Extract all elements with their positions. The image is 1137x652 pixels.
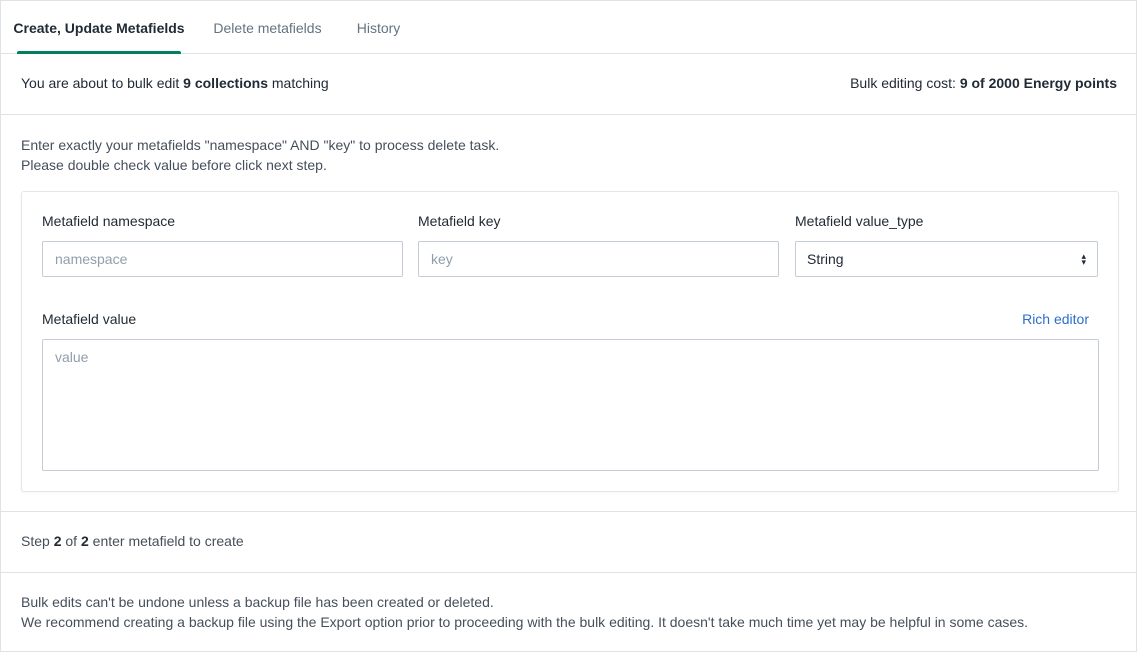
instruction-line: Enter exactly your metafields "namespace…: [21, 137, 500, 153]
key-input[interactable]: [418, 241, 779, 277]
backup-note: Bulk edits can't be undone unless a back…: [21, 592, 1028, 632]
instructions: Enter exactly your metafields "namespace…: [21, 135, 499, 175]
note-line: We recommend creating a backup file usin…: [21, 614, 1029, 630]
current-step: 2: [53, 533, 62, 549]
bulk-summary-bar: You are about to bulk edit 9 collections…: [1, 54, 1136, 115]
total-steps: 2: [80, 533, 89, 549]
namespace-input[interactable]: [42, 241, 403, 277]
metafield-form-card: Metafield namespace Metafield key Metafi…: [21, 191, 1119, 492]
tab-label: Delete metafields: [213, 19, 322, 36]
collections-count: 9 collections: [183, 75, 268, 91]
rich-editor-link[interactable]: Rich editor: [1022, 311, 1089, 327]
tab-history[interactable]: History: [346, 1, 411, 54]
bulk-edit-summary: You are about to bulk edit 9 collections…: [21, 75, 329, 91]
value-type-label: Metafield value_type: [795, 213, 924, 229]
select-arrows-icon: ▴ ▾: [1081, 251, 1086, 267]
tab-label: History: [356, 19, 401, 36]
tab-bar: Create, Update Metafields Delete metafie…: [1, 1, 1136, 54]
bulk-edit-cost: Bulk editing cost: 9 of 2000 Energy poin…: [850, 75, 1117, 91]
step-indicator-row: Step 2 of 2 enter metafield to create: [1, 511, 1136, 573]
tab-label: Create, Update Metafields: [13, 19, 185, 36]
value-textarea[interactable]: [42, 339, 1099, 471]
tab-create-update-metafields[interactable]: Create, Update Metafields: [13, 1, 185, 54]
value-label: Metafield value: [42, 311, 137, 327]
note-line: Bulk edits can't be undone unless a back…: [21, 594, 494, 610]
namespace-label: Metafield namespace: [42, 213, 176, 229]
instruction-line: Please double check value before click n…: [21, 157, 327, 173]
key-label: Metafield key: [418, 213, 501, 229]
value-type-select[interactable]: String ▴ ▾: [795, 241, 1098, 277]
selected-value-type: String: [807, 251, 844, 267]
step-indicator: Step 2 of 2 enter metafield to create: [21, 533, 244, 549]
energy-points-value: 9 of 2000 Energy points: [959, 75, 1117, 91]
tab-delete-metafields[interactable]: Delete metafields: [203, 1, 332, 54]
bulk-edit-panel: Create, Update Metafields Delete metafie…: [0, 0, 1137, 652]
